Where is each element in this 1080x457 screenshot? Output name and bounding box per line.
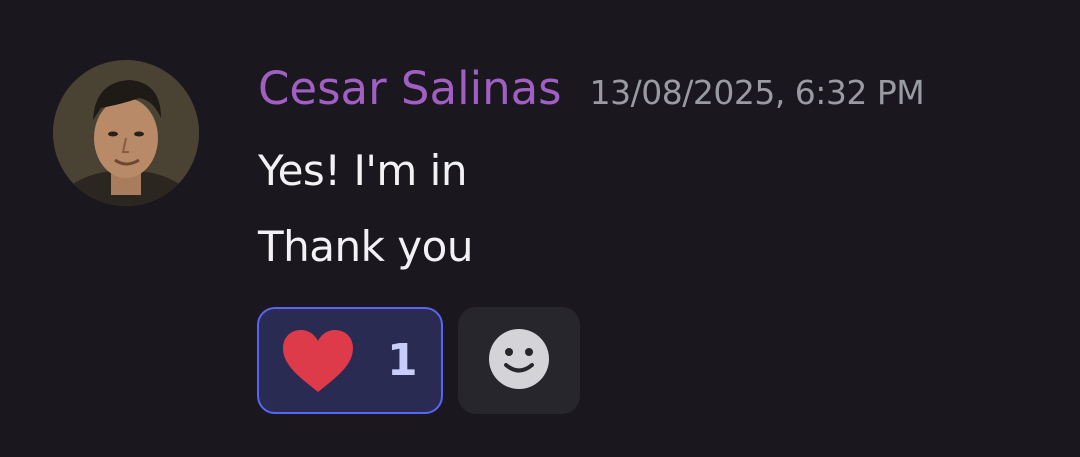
author-name[interactable]: Cesar Salinas bbox=[258, 62, 562, 115]
message-header: Cesar Salinas 13/08/2025, 6:32 PM bbox=[258, 62, 925, 126]
avatar[interactable] bbox=[53, 60, 199, 206]
reactions-bar: 1 bbox=[257, 307, 580, 414]
message-line: Thank you bbox=[258, 222, 473, 271]
heart-icon bbox=[279, 326, 357, 396]
avatar-photo-icon bbox=[53, 60, 199, 206]
add-reaction-button[interactable] bbox=[458, 307, 580, 414]
reaction-heart-button[interactable]: 1 bbox=[257, 307, 443, 414]
message-timestamp: 13/08/2025, 6:32 PM bbox=[589, 73, 925, 112]
message-line: Yes! I'm in bbox=[258, 146, 467, 195]
smiley-icon bbox=[488, 328, 550, 394]
reaction-count: 1 bbox=[387, 335, 418, 386]
chat-message: Cesar Salinas 13/08/2025, 6:32 PM Yes! I… bbox=[0, 0, 1080, 457]
